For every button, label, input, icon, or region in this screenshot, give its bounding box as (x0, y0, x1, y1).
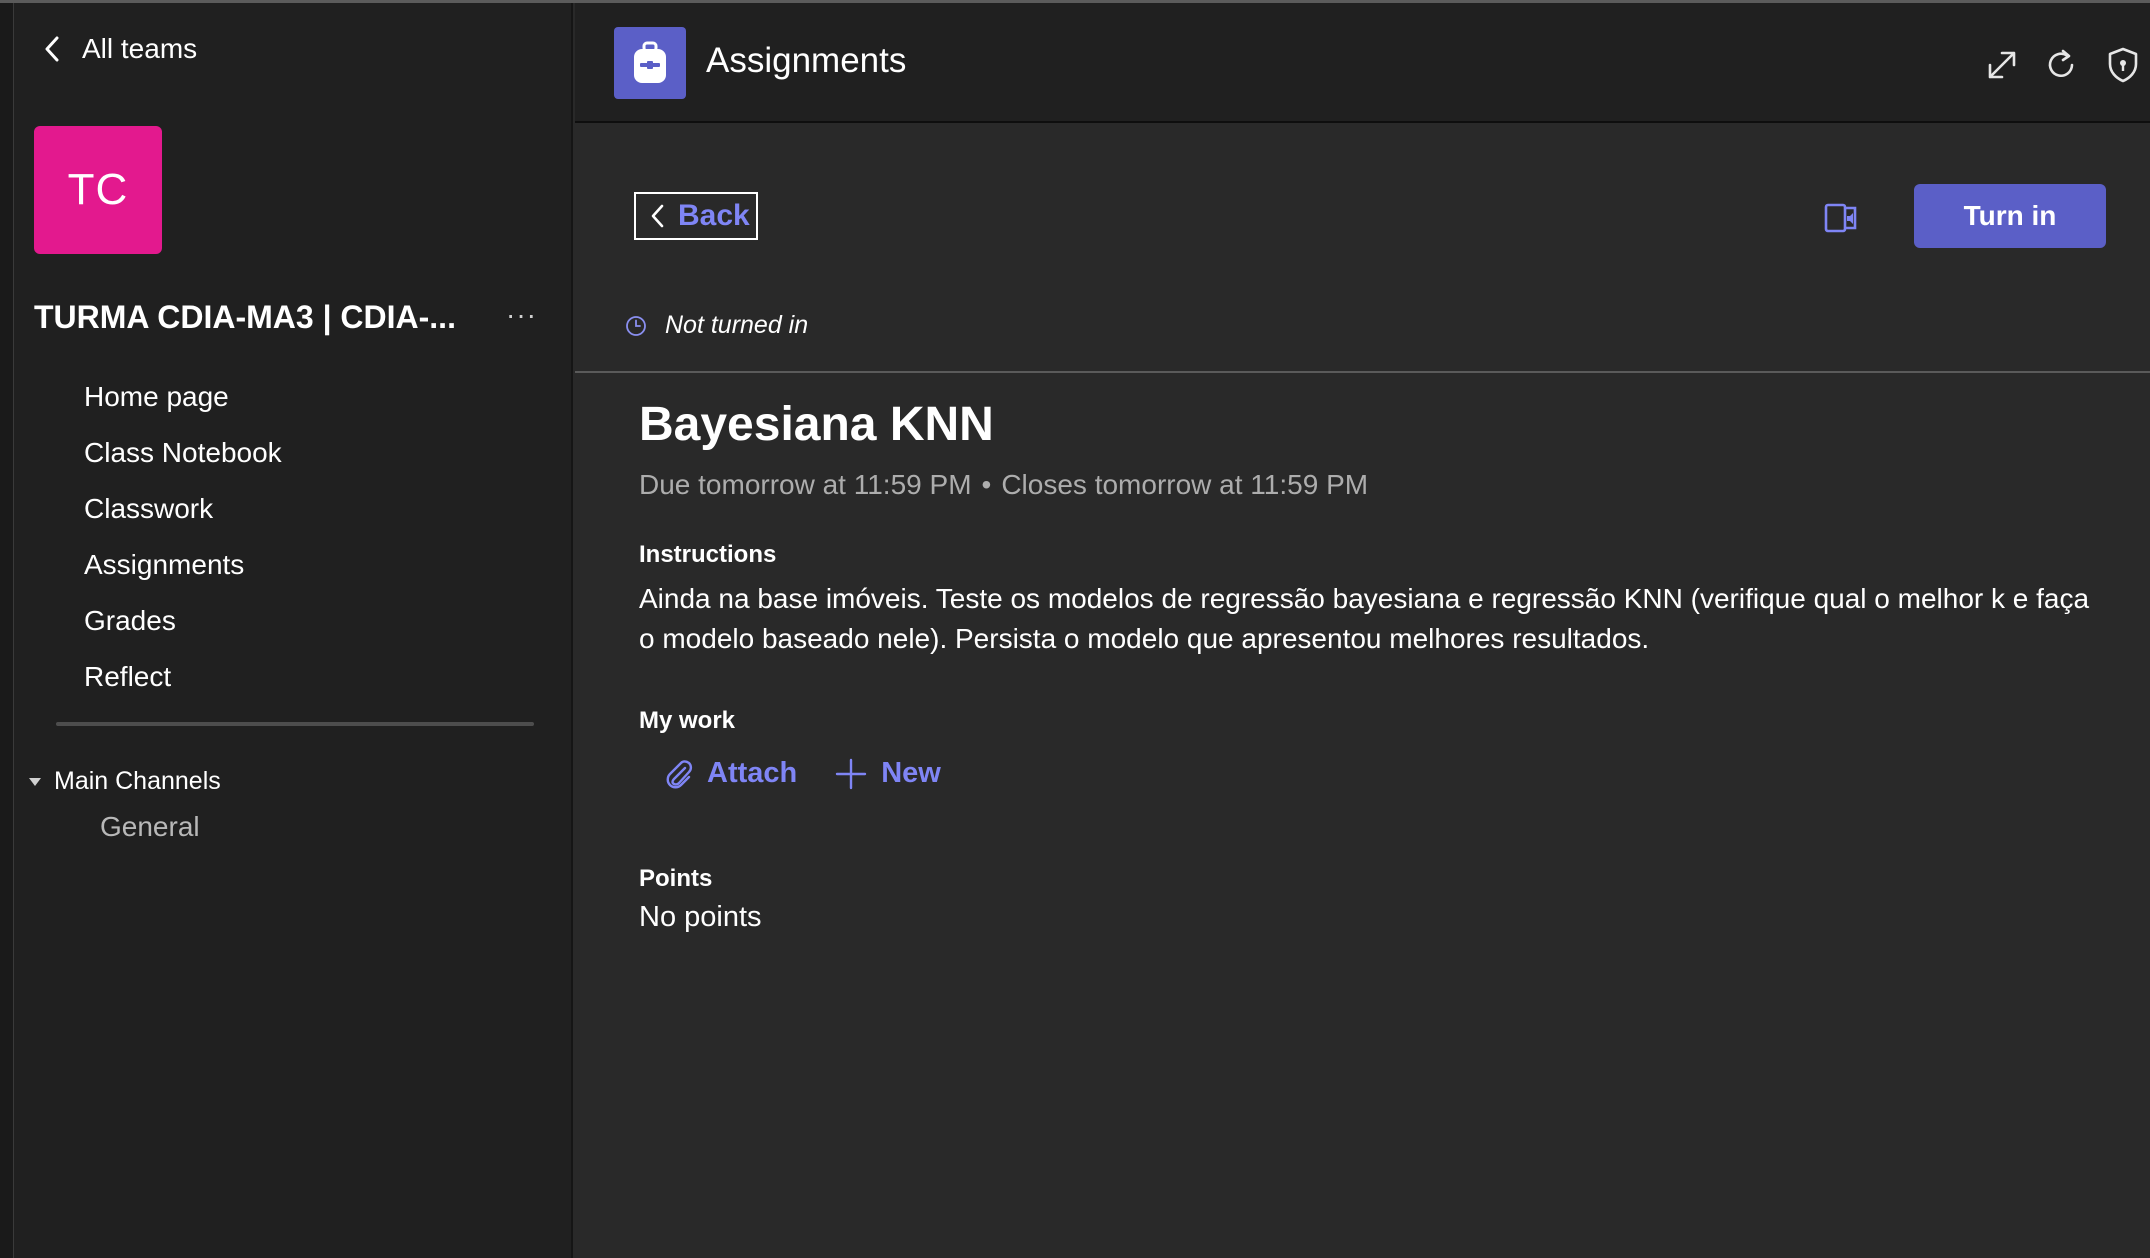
team-name: TURMA CDIA-MA3 | CDIA-... (34, 299, 456, 335)
expand-icon[interactable] (1982, 45, 2022, 85)
my-work-actions: Attach New (663, 757, 941, 790)
backpack-icon (614, 27, 686, 99)
immersive-reader-icon[interactable] (1822, 198, 1862, 238)
team-sidebar: All teams TC TURMA CDIA-MA3 | CDIA-... ·… (14, 3, 573, 1258)
dates-separator: • (981, 469, 992, 500)
points-value: No points (639, 901, 762, 933)
chevron-left-icon (45, 36, 59, 62)
assignment-title: Bayesiana KNN (639, 398, 994, 451)
nav-item-classwork[interactable]: Classwork (84, 485, 282, 541)
chevron-left-icon (651, 204, 664, 228)
channels-group-label: Main Channels (54, 767, 221, 795)
nav-item-grades[interactable]: Grades (84, 597, 282, 653)
attach-button[interactable]: Attach (663, 757, 797, 790)
assignment-detail: Back Turn in Not turned in Bayesiana KNN… (575, 125, 2150, 1258)
points-label: Points (639, 865, 713, 892)
clock-icon (626, 315, 646, 336)
back-label: Back (678, 199, 750, 232)
submission-status: Not turned in (625, 311, 808, 340)
all-teams-link[interactable]: All teams (44, 33, 197, 65)
app-bar-edge (0, 3, 14, 1258)
new-button[interactable]: New (835, 757, 941, 790)
shield-icon[interactable] (2103, 45, 2143, 85)
sidebar-divider (56, 722, 534, 726)
instructions-label: Instructions (639, 541, 777, 568)
channel-item-general[interactable]: General (100, 811, 200, 843)
all-teams-label: All teams (82, 33, 198, 64)
app-title: Assignments (706, 41, 907, 80)
attach-label: Attach (707, 757, 798, 789)
channels-group-toggle[interactable]: Main Channels (28, 767, 221, 796)
nav-item-assignments[interactable]: Assignments (84, 541, 282, 597)
plus-icon (836, 758, 867, 789)
assignment-dates: Due tomorrow at 11:59 PM • Closes tomorrow… (639, 469, 1368, 501)
status-text: Not turned in (665, 311, 809, 339)
team-nav: Home page Class Notebook Classwork Assig… (84, 373, 282, 709)
back-button[interactable]: Back (634, 192, 758, 240)
team-initials: TC (67, 165, 129, 214)
nav-item-home-page[interactable]: Home page (84, 373, 282, 429)
status-divider (575, 371, 2150, 373)
nav-item-class-notebook[interactable]: Class Notebook (84, 429, 282, 485)
due-date: Due tomorrow at 11:59 PM (639, 469, 972, 500)
refresh-icon[interactable] (2041, 45, 2081, 85)
caret-down-icon (29, 777, 41, 786)
instructions-text: Ainda na base imóveis. Teste os modelos … (639, 583, 2090, 654)
more-options-button[interactable]: ··· (506, 299, 537, 331)
team-avatar: TC (34, 126, 162, 254)
paperclip-icon (666, 759, 693, 788)
teams-window: All teams TC TURMA CDIA-MA3 | CDIA-... ·… (0, 0, 2150, 1258)
nav-item-reflect[interactable]: Reflect (84, 653, 282, 709)
app-header: Assignments (575, 3, 2150, 123)
close-date: Closes tomorrow at 11:59 PM (1001, 469, 1369, 500)
new-label: New (881, 757, 941, 789)
my-work-label: My work (639, 707, 736, 734)
turn-in-button[interactable]: Turn in (1914, 184, 2106, 248)
